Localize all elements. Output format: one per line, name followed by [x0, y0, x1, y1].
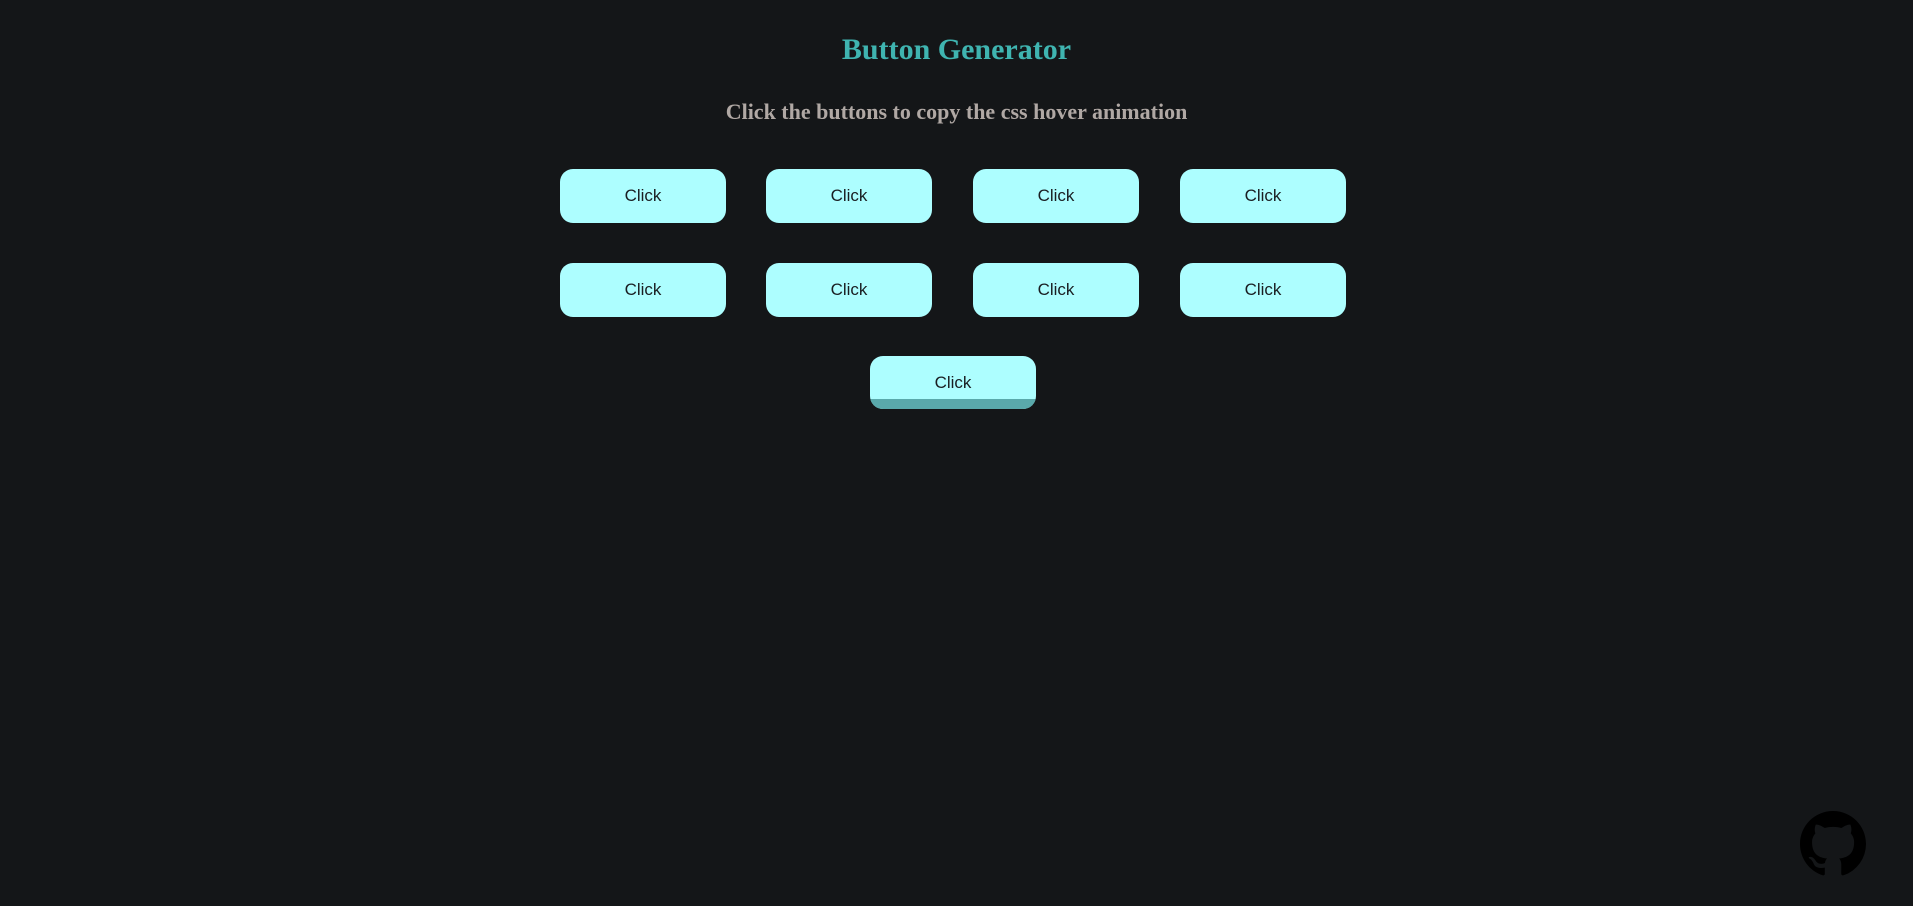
button-label: Click — [830, 186, 868, 205]
copy-button-4[interactable]: Click — [1180, 169, 1346, 223]
copy-button-2[interactable]: Click — [766, 169, 932, 223]
button-label: Click — [624, 186, 662, 205]
copy-button-3[interactable]: Click — [973, 169, 1139, 223]
button-label: Click — [934, 372, 972, 392]
page-title: Button Generator — [841, 33, 1072, 66]
button-label: Click — [830, 280, 868, 299]
github-link[interactable] — [1800, 811, 1866, 877]
button-label: Click — [1037, 186, 1075, 205]
copy-button-5[interactable]: Click — [560, 263, 726, 317]
copy-button-1[interactable]: Click — [560, 169, 726, 223]
button-label: Click — [624, 280, 662, 299]
github-icon — [1800, 811, 1866, 876]
page-subtitle: Click the buttons to copy the css hover … — [725, 99, 1188, 124]
copy-button-9[interactable]: Click — [870, 356, 1036, 409]
copy-button-7[interactable]: Click — [973, 263, 1139, 317]
copy-button-8[interactable]: Click — [1180, 263, 1346, 317]
copy-button-6[interactable]: Click — [766, 263, 932, 317]
button-label: Click — [1037, 280, 1075, 299]
button-label: Click — [1244, 186, 1282, 205]
button-label: Click — [1244, 280, 1282, 299]
